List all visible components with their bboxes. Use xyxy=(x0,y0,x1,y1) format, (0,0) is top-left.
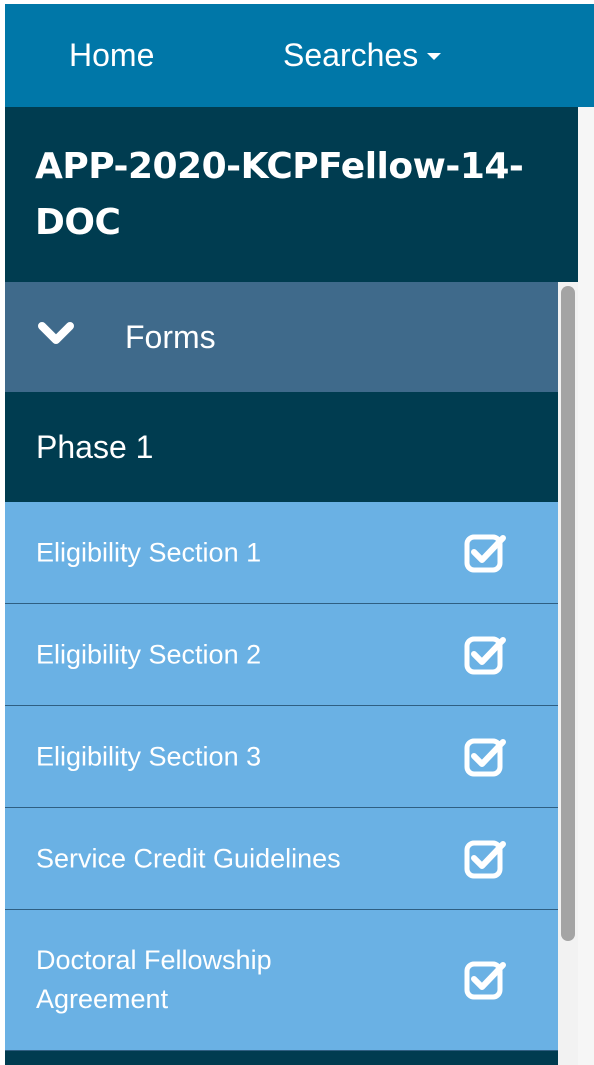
app-frame: Home Searches APP-2020-KCPFellow-14-DOC … xyxy=(5,4,594,1065)
forms-list-area: Forms Phase 1 Eligibility Section 1 Elig… xyxy=(5,282,558,1065)
checked-box-icon xyxy=(464,636,506,674)
form-item-eligibility-section-2[interactable]: Eligibility Section 2 xyxy=(5,604,558,706)
form-item-eligibility-section-1[interactable]: Eligibility Section 1 xyxy=(5,502,558,604)
form-item-label: Doctoral Fellowship Agreement xyxy=(36,945,272,1014)
nav-searches-dropdown[interactable]: Searches xyxy=(283,4,442,107)
form-item-label: Eligibility Section 3 xyxy=(36,741,262,771)
checked-box-icon xyxy=(464,840,506,878)
caret-down-icon xyxy=(427,53,442,61)
next-section-bar xyxy=(5,1051,558,1065)
content-gutter xyxy=(578,107,594,1065)
form-item-label: Eligibility Section 2 xyxy=(36,639,262,669)
form-item-eligibility-section-3[interactable]: Eligibility Section 3 xyxy=(5,706,558,808)
checked-box-icon xyxy=(464,961,506,1000)
form-item-label: Service Credit Guidelines xyxy=(36,843,341,873)
form-item-service-credit-guidelines[interactable]: Service Credit Guidelines xyxy=(5,808,558,910)
top-navbar: Home Searches xyxy=(5,4,594,107)
checked-box-icon xyxy=(464,534,506,572)
application-title: APP-2020-KCPFellow-14-DOC xyxy=(5,107,578,282)
nav-home-link[interactable]: Home xyxy=(69,4,154,107)
forms-toggle[interactable]: Forms xyxy=(5,282,558,392)
sidebar-scrollbar-track[interactable] xyxy=(558,282,578,1065)
nav-searches-label: Searches xyxy=(283,37,419,73)
form-items: Eligibility Section 1 Eligibility Sectio… xyxy=(5,502,558,1065)
phase-header: Phase 1 xyxy=(5,392,558,502)
sidebar-scrollbar-thumb[interactable] xyxy=(561,286,575,941)
checked-box-icon xyxy=(464,738,506,776)
form-item-label: Eligibility Section 1 xyxy=(36,537,262,567)
chevron-down-icon xyxy=(38,322,74,344)
form-item-doctoral-fellowship-agreement[interactable]: Doctoral Fellowship Agreement xyxy=(5,910,558,1051)
sidebar: APP-2020-KCPFellow-14-DOC Forms Phase 1 … xyxy=(5,107,578,1065)
forms-label: Forms xyxy=(125,319,216,355)
